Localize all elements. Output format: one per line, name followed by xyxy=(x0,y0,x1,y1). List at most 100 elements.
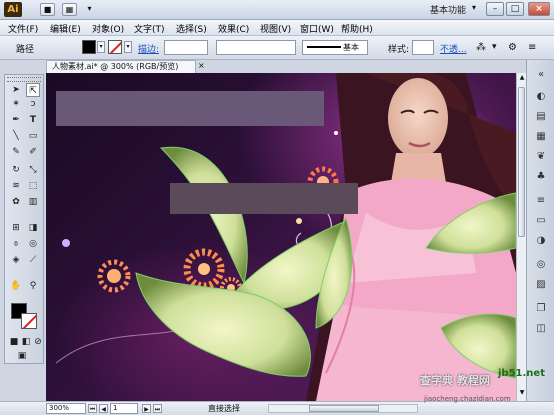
stroke-weight-field[interactable] xyxy=(164,40,208,55)
next-artboard-icon[interactable]: ▶ xyxy=(142,404,151,413)
chevron-down-icon[interactable]: ▾ xyxy=(492,42,497,52)
eyedropper-icon[interactable]: ⌽ xyxy=(9,237,23,251)
brush-name: 基本 xyxy=(343,43,359,52)
graphic-style-swatch[interactable] xyxy=(412,40,434,55)
app-logo: Ai xyxy=(4,2,22,17)
last-artboard-icon[interactable]: ⏭ xyxy=(153,404,162,413)
close-button[interactable]: × xyxy=(528,2,550,16)
color-guide-icon[interactable]: ▤ xyxy=(534,110,548,124)
horizontal-scrollbar[interactable] xyxy=(268,404,418,413)
minimize-button[interactable]: – xyxy=(486,2,504,16)
maximize-button[interactable]: □ xyxy=(506,2,524,16)
graphic-styles-panel-icon[interactable]: ▨ xyxy=(534,278,548,292)
symbols-panel-icon[interactable]: ♣ xyxy=(534,170,548,184)
opacity-label[interactable]: 不透... xyxy=(440,42,467,55)
isolate-group-icon[interactable]: ⚙ xyxy=(508,42,517,53)
current-tool-status[interactable]: 直接选择 xyxy=(208,403,240,414)
fill-dropdown[interactable]: ▾ xyxy=(97,41,105,53)
panel-grip[interactable] xyxy=(7,77,41,82)
first-artboard-icon[interactable]: ⏮ xyxy=(88,404,97,413)
stroke-color-swatch[interactable] xyxy=(108,40,122,54)
object-type-label: 路径 xyxy=(16,45,35,55)
swatches-panel-icon[interactable]: ▦ xyxy=(534,130,548,144)
zoom-level-field[interactable]: 300% xyxy=(46,403,86,414)
workspace-switcher[interactable]: 基本功能 xyxy=(430,3,466,16)
leaf-shape-1[interactable] xyxy=(159,146,248,285)
direct-selection-icon[interactable]: ⇱ xyxy=(26,83,40,97)
blend-icon[interactable]: ◎ xyxy=(26,237,40,251)
fill-color-swatch[interactable] xyxy=(82,40,96,54)
screen-mode-icon[interactable]: ▣ xyxy=(15,349,29,363)
variable-width-field[interactable] xyxy=(216,40,296,55)
menu-window[interactable]: 窗口(W) xyxy=(300,22,334,35)
hand-icon[interactable]: ✋ xyxy=(9,279,23,293)
stroke-panel-icon[interactable]: ≡ xyxy=(534,194,548,208)
tab-close-icon[interactable]: × xyxy=(198,61,205,70)
bridge-icon[interactable]: ■ xyxy=(40,3,55,16)
scroll-up-icon[interactable]: ▲ xyxy=(518,74,526,84)
horizontal-scroll-thumb[interactable] xyxy=(309,405,379,412)
scroll-down-icon[interactable]: ▼ xyxy=(518,389,526,399)
transparency-panel-icon[interactable]: ◑ xyxy=(534,234,548,248)
paintbrush-icon[interactable]: ✎ xyxy=(9,145,23,159)
collapse-panels-icon[interactable]: « xyxy=(534,68,548,82)
menu-object[interactable]: 对象(O) xyxy=(92,22,124,35)
artboards-panel-icon[interactable]: ◫ xyxy=(534,322,548,336)
panel-menu-icon[interactable]: ≡ xyxy=(528,42,536,53)
stroke-color-box[interactable] xyxy=(21,313,37,329)
magic-wand-icon[interactable]: ✶ xyxy=(9,97,23,111)
zoom-icon[interactable]: ⚲ xyxy=(26,279,40,293)
prev-artboard-icon[interactable]: ◀ xyxy=(99,404,108,413)
arrange-dropdown-icon[interactable]: ▾ xyxy=(82,3,97,16)
watermark-text: 查字典 教程网 xyxy=(420,374,490,387)
vertical-scroll-thumb[interactable] xyxy=(518,87,525,237)
pen-icon[interactable]: ✒ xyxy=(9,113,23,127)
lasso-icon[interactable]: ↄ xyxy=(26,97,40,111)
arrange-documents-icon[interactable]: ▦ xyxy=(62,3,77,16)
stroke-dropdown[interactable]: ▾ xyxy=(124,41,132,53)
pencil-icon[interactable]: ✐ xyxy=(26,145,40,159)
gradient-panel-icon[interactable]: ▭ xyxy=(534,214,548,228)
appearance-panel-icon[interactable]: ◎ xyxy=(534,258,548,272)
symbol-sprayer-icon[interactable]: ✿ xyxy=(9,195,23,209)
panel-dock: « ◐ ▤ ▦ ❦ ♣ ≡ ▭ ◑ ◎ ▨ ❐ ◫ xyxy=(526,60,554,401)
status-bar: 300% ⏮ ◀ 1 ▶ ⏭ 直接选择 xyxy=(0,401,554,415)
redacted-block-1 xyxy=(56,91,324,126)
flower-orange-2 xyxy=(183,248,225,290)
chevron-down-icon[interactable]: ▾ xyxy=(472,3,476,12)
style-label: 样式: xyxy=(388,45,410,55)
gradient-icon[interactable]: ◨ xyxy=(26,221,40,235)
slice-icon[interactable]: ⟋ xyxy=(26,253,40,267)
live-paint-icon[interactable]: ◈ xyxy=(9,253,23,267)
menu-type[interactable]: 文字(T) xyxy=(134,22,165,35)
stroke-label[interactable]: 描边: xyxy=(138,42,159,55)
warp-icon[interactable]: ≋ xyxy=(9,179,23,193)
artboard-number-field[interactable]: 1 xyxy=(110,403,138,414)
type-icon[interactable]: T xyxy=(26,113,40,127)
brush-field[interactable]: 基本 xyxy=(302,40,368,55)
line-icon[interactable]: ╲ xyxy=(9,129,23,143)
redacted-block-2 xyxy=(170,183,358,214)
color-panel-icon[interactable]: ◐ xyxy=(534,90,548,104)
vertical-scrollbar[interactable]: ▲ ▼ xyxy=(516,73,526,401)
free-transform-icon[interactable]: ⬚ xyxy=(26,179,40,193)
graph-icon[interactable]: ▥ xyxy=(26,195,40,209)
document-setup-icon[interactable]: ⁂ xyxy=(476,42,486,53)
selection-icon[interactable]: ➤ xyxy=(9,83,23,97)
artboard-canvas[interactable] xyxy=(46,73,516,401)
brushes-panel-icon[interactable]: ❦ xyxy=(534,150,548,164)
scale-icon[interactable]: ⤡ xyxy=(26,163,40,177)
document-tab[interactable]: 人物素材.ai* @ 300% (RGB/预览) xyxy=(46,60,196,73)
rectangle-icon[interactable]: ▭ xyxy=(26,129,40,143)
menu-effect[interactable]: 效果(C) xyxy=(218,22,249,35)
rotate-icon[interactable]: ↻ xyxy=(9,163,23,177)
menu-view[interactable]: 视图(V) xyxy=(260,22,291,35)
mesh-icon[interactable]: ⊞ xyxy=(9,221,23,235)
menu-bar: 文件(F) 编辑(E) 对象(O) 文字(T) 选择(S) 效果(C) 视图(V… xyxy=(0,20,554,36)
menu-help[interactable]: 帮助(H) xyxy=(341,22,373,35)
menu-edit[interactable]: 编辑(E) xyxy=(50,22,81,35)
none-mode-icon[interactable]: ⊘ xyxy=(31,335,45,349)
layers-panel-icon[interactable]: ❐ xyxy=(534,302,548,316)
menu-select[interactable]: 选择(S) xyxy=(176,22,207,35)
menu-file[interactable]: 文件(F) xyxy=(8,22,38,35)
